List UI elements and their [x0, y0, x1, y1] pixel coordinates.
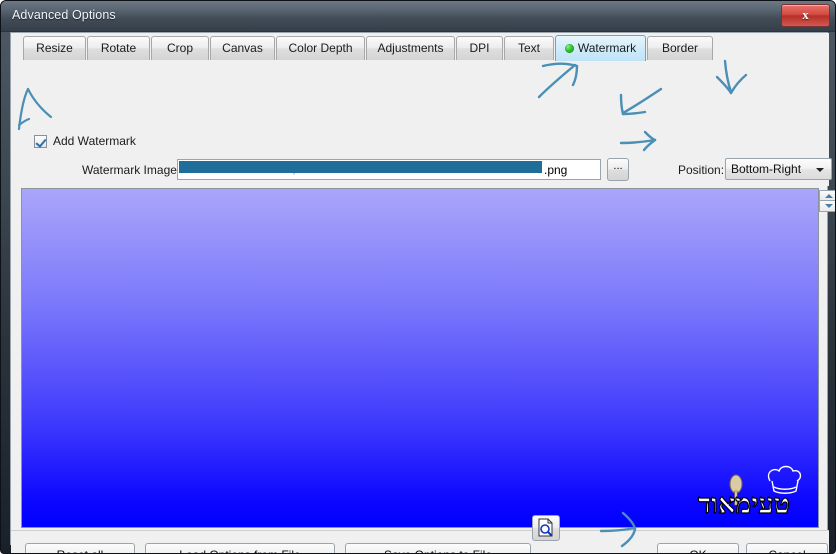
tab-label: DPI: [469, 41, 490, 55]
tab-strip: Resize Rotate Crop Canvas Color Depth Adjustm…: [11, 33, 829, 62]
client-area: Resize Rotate Crop Canvas Color Depth Adjustm…: [10, 32, 835, 553]
position-label: Position:: [678, 163, 725, 177]
chevron-down-icon: [816, 168, 824, 172]
tab-color-depth[interactable]: Color Depth: [276, 36, 365, 60]
load-options-button[interactable]: Load Options from File: [145, 543, 335, 553]
close-icon: x: [802, 7, 809, 22]
title-bar: Advanced Options x: [1, 1, 835, 32]
tab-resize[interactable]: Resize: [23, 36, 86, 60]
tab-text[interactable]: Text: [504, 36, 554, 60]
path-redaction-overlay: [179, 161, 542, 173]
tab-watermark[interactable]: Watermark: [555, 35, 646, 61]
watermark-image-label: Watermark Image:: [82, 163, 181, 177]
position-selected-value: Bottom-Right: [731, 162, 802, 176]
tab-border[interactable]: Border: [647, 36, 713, 60]
y-offset-decrement-button[interactable]: [819, 201, 835, 212]
tab-dpi[interactable]: DPI: [456, 36, 503, 60]
triangle-down-icon: [825, 204, 833, 208]
tab-label: Border: [661, 41, 699, 55]
y-offset-increment-button[interactable]: [819, 190, 835, 201]
tab-adjustments[interactable]: Adjustments: [366, 36, 455, 60]
watermark-image-extension: .png: [544, 163, 568, 177]
y-offset-spin-buttons: [819, 190, 835, 212]
tab-label: Text: [517, 41, 540, 55]
tab-label: Watermark: [577, 41, 637, 55]
ok-button[interactable]: OK: [657, 543, 739, 553]
position-dropdown[interactable]: Bottom-Right: [725, 158, 832, 180]
cancel-button[interactable]: Cancel: [746, 543, 828, 553]
image-preview[interactable]: טעימאוד: [21, 188, 819, 528]
preview-image-button[interactable]: [532, 515, 560, 541]
dialog-button-bar: Reset all Load Options from File Save Op…: [11, 530, 829, 553]
tab-label: Resize: [36, 41, 73, 55]
save-options-button[interactable]: Save Options to File: [345, 543, 531, 553]
tab-label: Rotate: [100, 41, 137, 55]
watermark-image-path-input[interactable]: C:\Users\Ha\ac\Desktop\ .png: [177, 159, 601, 180]
tab-label: Canvas: [222, 41, 263, 55]
watermark-logo-text: טעימאוד: [698, 489, 790, 519]
tab-label: Color Depth: [288, 41, 353, 55]
add-watermark-checkbox[interactable]: [34, 135, 47, 148]
browse-button[interactable]: ...: [607, 158, 629, 181]
green-status-dot-icon: [564, 44, 574, 53]
document-magnifier-icon: [538, 518, 553, 537]
reset-all-button[interactable]: Reset all: [25, 543, 135, 553]
tab-label: Crop: [166, 41, 193, 55]
tab-canvas[interactable]: Canvas: [210, 36, 275, 60]
window-title: Advanced Options: [12, 8, 116, 22]
tab-label: Adjustments: [377, 41, 444, 55]
tab-rotate[interactable]: Rotate: [87, 36, 150, 60]
advanced-options-window: Advanced Options x Resize Rotate Crop Canva…: [0, 0, 836, 554]
add-watermark-label: Add Watermark: [53, 134, 136, 148]
watermark-logo: טעימאוד: [697, 465, 802, 519]
watermark-options-panel: Add Watermark Watermark Image: C:\Users\…: [11, 61, 835, 212]
close-button[interactable]: x: [781, 4, 830, 27]
tab-crop[interactable]: Crop: [151, 36, 209, 60]
triangle-up-icon: [825, 194, 833, 198]
